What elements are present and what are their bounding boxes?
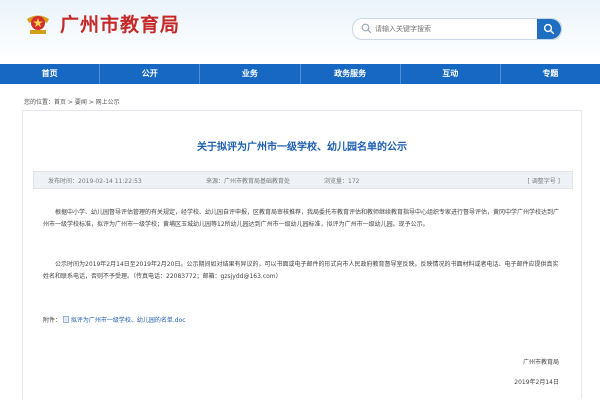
nav-topics[interactable]: 专题 xyxy=(501,64,600,84)
attachment-icon xyxy=(63,316,69,323)
site-title[interactable]: 广州市教育局 xyxy=(60,10,180,37)
view-count: 浏览量：172 xyxy=(324,178,360,185)
search-icon xyxy=(361,23,372,34)
main-nav: 首页 公开 业务 政务服务 互动 专题 xyxy=(0,64,600,84)
nav-interaction[interactable]: 互动 xyxy=(401,64,501,84)
search-button[interactable] xyxy=(537,19,561,39)
signing-date: 2019年2月14日 xyxy=(514,379,559,386)
article-title: 关于拟评为广州市一级学校、幼儿园名单的公示 xyxy=(197,142,407,153)
nav-open[interactable]: 公开 xyxy=(100,64,201,84)
article-source: 来源：广州市教育局基础教育处 xyxy=(206,178,291,185)
article-paragraph: 公示时间为2019年2月14日至2019年2月20日。公示期间如对结果有异议的，… xyxy=(43,261,559,280)
nav-business[interactable]: 业务 xyxy=(200,64,301,84)
attachment-link[interactable]: 拟评为广州市一级学校、幼儿园的名单.doc xyxy=(71,317,186,324)
attachment-row: 附件： 拟评为广州市一级学校、幼儿园的名单.doc xyxy=(43,315,186,324)
nav-home[interactable]: 首页 xyxy=(0,64,101,84)
search-box xyxy=(352,18,562,40)
publish-time: 发布时间：2019-02-14 11:22:53 xyxy=(48,178,142,185)
article-meta-bar: 发布时间：2019-02-14 11:22:53 来源：广州市教育局基础教育处 … xyxy=(33,171,573,189)
site-header: 广州市教育局 xyxy=(0,0,600,60)
font-size-toggle[interactable]: [ 调整字号 ] xyxy=(528,176,561,185)
emblem-logo-icon xyxy=(27,15,49,34)
search-input[interactable] xyxy=(375,21,525,37)
article-paragraph: 根据中小学、幼儿园督导评估管理的有关规定，经学校、幼儿园自评申报，区教育局审核推… xyxy=(43,209,560,228)
breadcrumb: 您的位置：首页 > 要闻 > 网上公示 xyxy=(24,99,120,106)
search-submit-icon xyxy=(543,23,555,35)
article-panel: 关于拟评为广州市一级学校、幼儿园名单的公示 发布时间：2019-02-14 11… xyxy=(22,110,582,399)
attachment-label: 附件： xyxy=(43,317,62,324)
nav-gov-services[interactable]: 政务服务 xyxy=(301,64,401,84)
signing-org: 广州市教育局 xyxy=(522,359,559,366)
